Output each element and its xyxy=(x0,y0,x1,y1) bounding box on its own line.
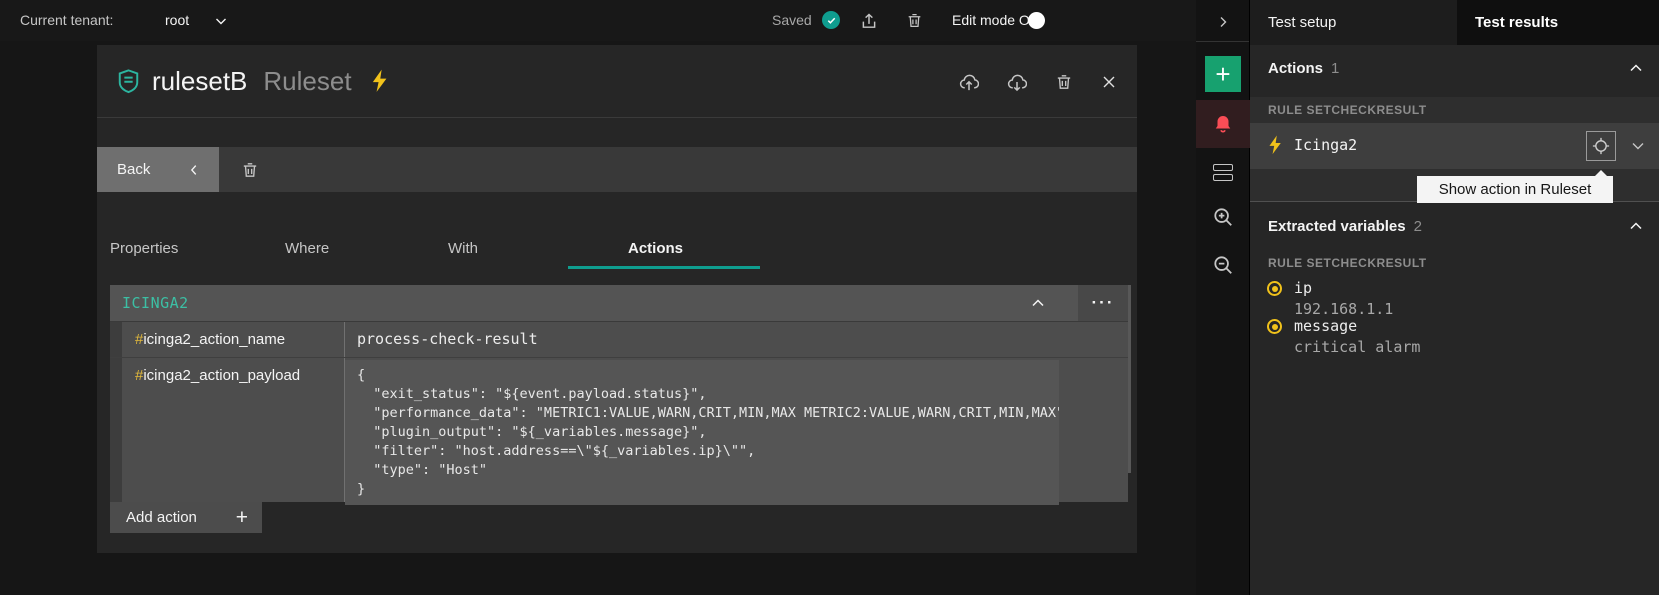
tab-where[interactable]: Where xyxy=(285,232,329,269)
ruleset-name: rulesetB xyxy=(152,66,247,97)
export-icon[interactable] xyxy=(860,12,878,30)
variable-name: message xyxy=(1294,317,1357,335)
zoom-out-icon[interactable] xyxy=(1212,254,1234,276)
chevron-down-icon[interactable] xyxy=(213,13,229,29)
action-name-key: #icinga2_action_name xyxy=(122,322,345,357)
alerts-bell-icon[interactable] xyxy=(1196,100,1250,148)
plus-icon: + xyxy=(236,504,248,532)
upload-cloud-icon[interactable] xyxy=(959,72,979,92)
zoom-in-icon[interactable] xyxy=(1212,206,1234,228)
tenant-label: Current tenant: xyxy=(20,0,113,41)
actions-group-label: RULE SETCHECKRESULT xyxy=(1268,103,1427,117)
edit-mode-label: Edit mode On xyxy=(952,0,1038,41)
test-panel-tabs: Test setup Test results xyxy=(1250,0,1659,45)
delete-rule-icon[interactable] xyxy=(241,161,259,179)
variable-name: ip xyxy=(1294,279,1312,297)
variables-group-row: RULE SETCHECKRESULT xyxy=(1250,250,1659,276)
tab-test-setup[interactable]: Test setup xyxy=(1250,0,1457,45)
saved-status-label: Saved xyxy=(772,0,812,41)
tab-properties[interactable]: Properties xyxy=(110,232,178,269)
trigger-bolt-icon xyxy=(370,69,389,93)
side-rail: + xyxy=(1196,0,1250,595)
add-action-button[interactable]: Add action + xyxy=(110,502,262,533)
rule-toolbar: Back xyxy=(97,147,1137,192)
actions-section-header: Actions 1 xyxy=(1250,60,1659,90)
icinga2-action-block: ICINGA2 ··· #icinga2_action_name process… xyxy=(110,285,1128,502)
actions-group-row: RULE SETCHECKRESULT xyxy=(1250,97,1659,123)
tooltip: Show action in Ruleset xyxy=(1417,176,1613,203)
close-icon[interactable] xyxy=(1101,74,1117,90)
show-action-in-ruleset-button[interactable] xyxy=(1586,131,1616,161)
variable-value: critical alarm xyxy=(1294,338,1420,356)
action-result-row[interactable]: Icinga2 xyxy=(1250,123,1659,169)
variables-group-label: RULE SETCHECKRESULT xyxy=(1268,256,1427,270)
chevron-left-icon xyxy=(187,163,201,177)
tooltip-caret xyxy=(1594,170,1608,177)
tab-with[interactable]: With xyxy=(448,232,478,269)
tab-actions[interactable]: Actions xyxy=(628,232,683,269)
variables-section-header: Extracted variables 2 xyxy=(1250,218,1659,248)
collapse-variables-icon[interactable] xyxy=(1628,218,1644,234)
actions-section-title: Actions xyxy=(1268,60,1323,77)
row-grip[interactable] xyxy=(110,358,122,502)
rule-tabs: Properties Where With Actions xyxy=(97,232,1137,269)
active-tab-indicator xyxy=(568,266,760,269)
action-block-header: ICINGA2 ··· xyxy=(110,285,1128,321)
key-text: icinga2_action_name xyxy=(143,331,285,348)
action-payload-row: #icinga2_action_payload { "exit_status":… xyxy=(110,358,1128,502)
saved-check-icon xyxy=(822,11,840,29)
ruleset-editor-card: rulesetB Ruleset xyxy=(97,45,1137,553)
ruleset-type-label: Ruleset xyxy=(263,66,351,97)
overflow-menu-icon[interactable]: ··· xyxy=(1078,285,1128,321)
back-button[interactable]: Back xyxy=(97,147,219,192)
action-result-name: Icinga2 xyxy=(1294,136,1357,154)
collapse-panel-icon[interactable] xyxy=(1213,12,1233,32)
app-root: Current tenant: root Saved Edit mode On xyxy=(0,0,1659,595)
top-bar: Current tenant: root Saved Edit mode On xyxy=(0,0,1196,41)
row-grip[interactable] xyxy=(110,322,122,357)
download-cloud-icon[interactable] xyxy=(1007,72,1027,92)
action-payload-value[interactable]: { "exit_status": "${event.payload.status… xyxy=(345,360,1059,505)
actions-count: 1 xyxy=(1331,60,1339,77)
add-action-label: Add action xyxy=(126,509,197,526)
add-button[interactable]: + xyxy=(1205,56,1241,92)
back-label: Back xyxy=(117,161,150,178)
collapse-actions-icon[interactable] xyxy=(1628,60,1644,76)
scrollbar-thumb[interactable] xyxy=(1128,285,1131,473)
action-name-value[interactable]: process-check-result xyxy=(345,322,1128,357)
ruleset-shield-icon xyxy=(117,69,140,94)
ruleset-header: rulesetB Ruleset xyxy=(97,45,1137,118)
delete-icon[interactable] xyxy=(906,12,923,29)
key-text: icinga2_action_payload xyxy=(143,367,300,384)
variable-radio-icon xyxy=(1267,319,1282,334)
delete-ruleset-icon[interactable] xyxy=(1055,73,1073,91)
trigger-bolt-icon xyxy=(1267,135,1283,155)
action-payload-key: #icinga2_action_payload xyxy=(122,358,345,502)
tab-test-results[interactable]: Test results xyxy=(1475,0,1558,45)
variables-section-title: Extracted variables xyxy=(1268,218,1406,235)
test-panel: Test setup Test results Actions 1 RULE SE… xyxy=(1250,0,1659,595)
variable-value: 192.168.1.1 xyxy=(1294,300,1393,318)
action-name-row: #icinga2_action_name process-check-resul… xyxy=(110,322,1128,358)
collapse-chevron-icon[interactable] xyxy=(1018,285,1058,321)
action-block-title: ICINGA2 xyxy=(110,294,189,312)
rows-view-icon[interactable] xyxy=(1213,164,1233,181)
chevron-down-icon[interactable] xyxy=(1630,138,1646,154)
variable-radio-icon xyxy=(1267,281,1282,296)
tenant-value[interactable]: root xyxy=(165,0,189,41)
variables-count: 2 xyxy=(1414,218,1422,235)
